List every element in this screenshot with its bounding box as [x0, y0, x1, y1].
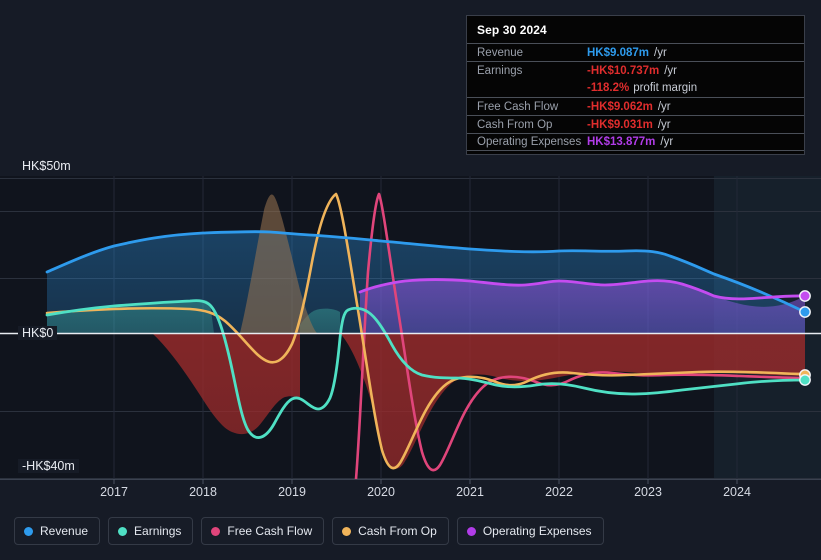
tooltip-value-revenue: HK$9.087m [587, 46, 650, 59]
legend-label-earnings: Earnings [134, 524, 182, 538]
tooltip-label-operating-expenses: Operating Expenses [477, 136, 582, 148]
tooltip-value-cash-from-op: -HK$9.031m [587, 118, 653, 131]
tooltip-row-profit-margin: -118.2% profit margin [467, 79, 804, 97]
tooltip-row-earnings: Earnings -HK$10.737m /yr [467, 61, 804, 79]
tooltip-row-revenue: Revenue HK$9.087m /yr [467, 43, 804, 61]
tooltip-row-cash-from-op: Cash From Op -HK$9.031m /yr [467, 115, 804, 133]
tooltip-value-free-cash-flow: -HK$9.062m [587, 100, 653, 113]
legend-dot-cash-from-op-icon [342, 526, 352, 536]
legend-item-free-cash-flow[interactable]: Free Cash Flow [201, 517, 325, 545]
legend-dot-free-cash-flow-icon [211, 526, 221, 536]
chart-legend: Revenue Earnings Free Cash Flow Cash Fro… [14, 517, 604, 545]
legend-dot-operating-expenses-icon [466, 526, 476, 536]
legend-dot-earnings-icon [118, 526, 128, 536]
tooltip-row-operating-expenses: Operating Expenses HK$13.877m /yr [467, 133, 804, 151]
tooltip-unit-free-cash-flow: /yr [657, 100, 671, 113]
tooltip-label-free-cash-flow: Free Cash Flow [477, 100, 559, 113]
x-axis-label-2023: 2023 [634, 485, 662, 499]
tooltip-row-free-cash-flow: Free Cash Flow -HK$9.062m /yr [467, 97, 804, 115]
legend-item-revenue[interactable]: Revenue [14, 517, 101, 545]
x-axis-label-2017: 2017 [100, 485, 128, 499]
x-axis-label-2024: 2024 [723, 485, 751, 499]
tooltip-label-cash-from-op: Cash From Op [477, 118, 553, 131]
x-axis-label-2021: 2021 [456, 485, 484, 499]
legend-item-cash-from-op[interactable]: Cash From Op [332, 517, 449, 545]
legend-item-earnings[interactable]: Earnings [108, 517, 194, 545]
tooltip-unit-earnings: /yr [664, 64, 678, 77]
legend-label-revenue: Revenue [40, 524, 89, 538]
tooltip-value-profit-margin: -118.2% [587, 82, 630, 94]
y-axis-label-bottom: -HK$40m [18, 459, 79, 473]
tooltip-label-earnings: Earnings [477, 64, 523, 77]
tooltip-unit-cash-from-op: /yr [657, 118, 671, 131]
legend-label-cash-from-op: Cash From Op [358, 524, 437, 538]
legend-label-free-cash-flow: Free Cash Flow [227, 524, 313, 538]
data-tooltip: Sep 30 2024 Revenue HK$9.087m /yr Earnin… [466, 15, 805, 155]
tooltip-label-revenue: Revenue [477, 46, 524, 59]
x-axis-label-2019: 2019 [278, 485, 306, 499]
tooltip-value-earnings: -HK$10.737m [587, 64, 660, 77]
tooltip-date-title: Sep 30 2024 [477, 23, 547, 37]
tooltip-unit-operating-expenses: /yr [660, 136, 674, 148]
tooltip-value-operating-expenses: HK$13.877m [587, 136, 656, 148]
tooltip-unit-revenue: /yr [654, 46, 667, 59]
x-axis-label-2018: 2018 [189, 485, 217, 499]
y-axis-label-zero: HK$0 [18, 326, 58, 340]
y-axis-label-top: HK$50m [18, 159, 75, 173]
legend-label-operating-expenses: Operating Expenses [482, 524, 592, 538]
x-axis-label-2020: 2020 [367, 485, 395, 499]
chart-page: HK$50m HK$0 -HK$40m 2017 2018 2019 2020 … [0, 0, 821, 560]
x-axis-label-2022: 2022 [545, 485, 573, 499]
legend-dot-revenue-icon [24, 526, 33, 536]
legend-item-operating-expenses[interactable]: Operating Expenses [456, 517, 604, 545]
tooltip-sub-profit-margin: profit margin [633, 82, 698, 94]
